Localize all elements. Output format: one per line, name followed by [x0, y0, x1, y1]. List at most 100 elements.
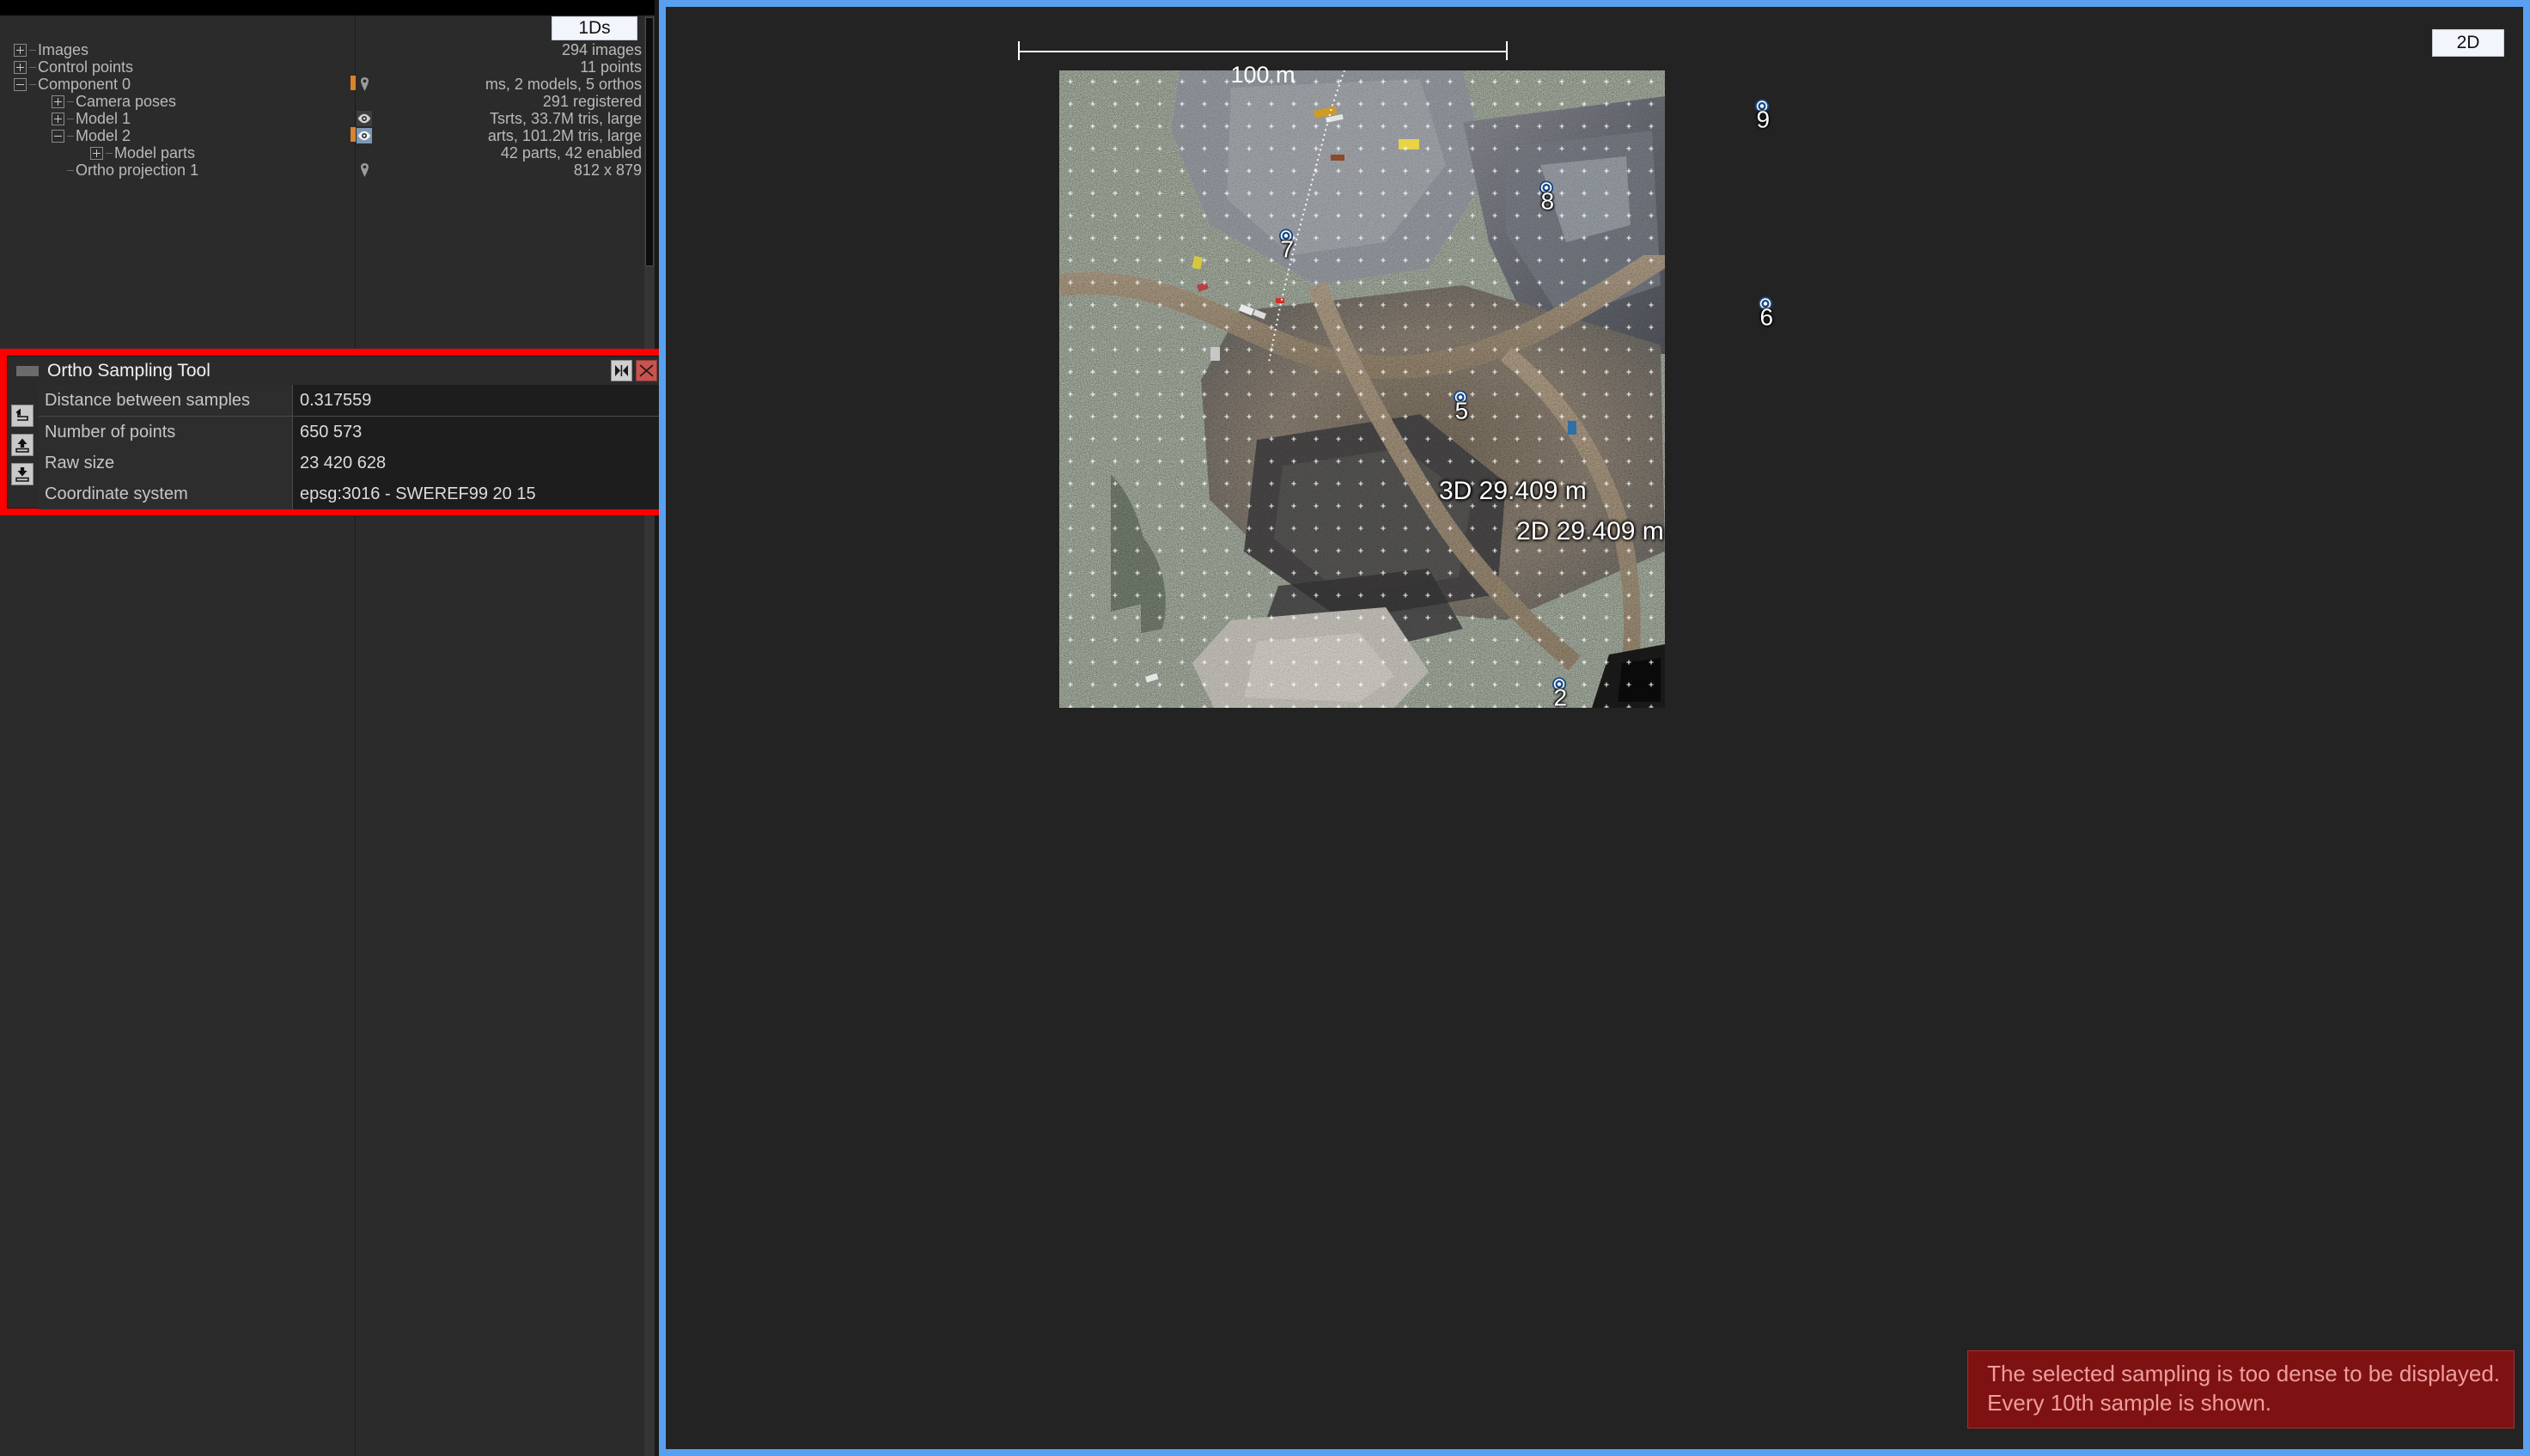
2d-distance-label: 2D 29.409 m	[1516, 517, 1664, 545]
view-mode-button[interactable]: 2D	[2432, 29, 2504, 57]
tree-value-images: 294 images	[357, 41, 644, 58]
control-point-label: 2	[1553, 684, 1568, 711]
tree-connector	[67, 135, 74, 137]
tree-item-component-0[interactable]: Component 0	[0, 76, 356, 93]
property-key: Coordinate system	[39, 478, 293, 509]
ortho-viewport[interactable]: 2D 100 m 9 8 7 6 5 2 3D 29.409 m 2D 29.4…	[666, 7, 2523, 1449]
property-row: Raw size 23 420 628	[39, 447, 661, 478]
expand-icon[interactable]	[90, 146, 103, 160]
viewport-frame: 2D 100 m 9 8 7 6 5 2 3D 29.409 m 2D 29.4…	[659, 0, 2530, 1456]
expand-icon[interactable]	[14, 60, 27, 74]
tree-item-model-parts[interactable]: Model parts	[0, 144, 356, 161]
tree-item-label: Model 2	[76, 127, 131, 144]
toast-line-1: The selected sampling is too dense to be…	[1987, 1361, 2500, 1387]
tree-connector	[29, 66, 36, 68]
tree-scrollbar-thumb[interactable]	[645, 17, 654, 266]
control-point-label: 9	[1756, 106, 1771, 133]
scale-bar-rule	[1018, 41, 1508, 60]
application-window: Images Control points Component 0 Camera po…	[0, 0, 2530, 1456]
control-point-marker-8[interactable]: 8	[1539, 180, 1554, 213]
tree-item-label: Model parts	[114, 144, 196, 161]
sampling-warning-toast: The selected sampling is too dense to be…	[1967, 1350, 2515, 1429]
georeference-pin-icon	[357, 76, 372, 92]
tree-value-label: ms, 2 models, 5 orthos	[485, 76, 642, 93]
control-point-label: 5	[1454, 397, 1469, 424]
modified-indicator	[351, 76, 356, 90]
collapse-icon[interactable]	[52, 129, 64, 143]
tree-value-label: 294 images	[561, 41, 642, 58]
property-row: Distance between samples 0.317559	[39, 385, 661, 416]
control-point-marker-6[interactable]: 6	[1758, 296, 1773, 329]
orthophoto-raster	[1059, 70, 1665, 708]
tree-value-ortho-projection-1: 812 x 879	[357, 161, 644, 179]
tree-value-control-points: 11 points	[357, 58, 644, 76]
property-value[interactable]: 650 573	[293, 417, 661, 448]
collapse-icon[interactable]	[14, 77, 27, 91]
georeference-pin-icon	[357, 162, 372, 178]
ds-tab-button[interactable]: 1Ds	[552, 16, 637, 40]
close-icon[interactable]	[636, 360, 657, 381]
ortho-sampling-properties-table: Distance between samples 0.317559 Number o…	[39, 385, 661, 509]
panel-top-strip	[0, 0, 666, 15]
expand-icon[interactable]	[52, 112, 64, 125]
modified-indicator	[351, 127, 356, 142]
property-row: Number of points 650 573	[39, 416, 661, 448]
3d-distance-label: 3D 29.409 m	[1439, 477, 1587, 505]
control-point-marker-9[interactable]: 9	[1754, 99, 1770, 131]
ortho-sampling-tool-dialog: Ortho Sampling Tool Distance between sam…	[7, 356, 661, 509]
tree-item-model-2[interactable]: Model 2	[0, 127, 356, 144]
tree-value-component-0: ms, 2 models, 5 orthos	[357, 76, 644, 93]
tree-item-ortho-projection-1[interactable]: Ortho projection 1	[0, 161, 356, 179]
tree-labels-column[interactable]: Images Control points Component 0 Camera po…	[0, 15, 356, 1456]
tree-item-label: Component 0	[38, 76, 131, 93]
tree-item-images[interactable]: Images	[0, 41, 356, 58]
tree-value-model-1: Tsrts, 33.7M tris, large	[357, 110, 644, 127]
scale-bar-cap-right	[1506, 41, 1508, 60]
property-key: Distance between samples	[39, 385, 293, 416]
visibility-eye-icon[interactable]	[357, 128, 372, 143]
property-value[interactable]: 23 420 628	[293, 448, 661, 478]
visibility-eye-icon[interactable]	[357, 111, 372, 126]
property-value[interactable]: 0.317559	[293, 385, 661, 416]
control-point-marker-7[interactable]: 7	[1278, 228, 1294, 261]
dialog-title: Ortho Sampling Tool	[47, 360, 210, 381]
property-value[interactable]: epsg:3016 - SWEREF99 20 15	[293, 478, 661, 509]
tree-item-label: Camera poses	[76, 93, 177, 110]
control-point-label: 7	[1280, 235, 1295, 263]
tree-value-label: 42 parts, 42 enabled	[500, 144, 642, 161]
dock-icon[interactable]	[611, 360, 632, 381]
control-point-marker-2[interactable]: 2	[1552, 677, 1567, 710]
tree-value-label: 812 x 879	[573, 161, 642, 179]
tree-connector	[67, 169, 74, 171]
property-row: Coordinate system epsg:3016 - SWEREF99 20…	[39, 478, 661, 509]
scale-bar-label: 100 m	[1230, 62, 1295, 88]
scale-bar-cap-left	[1018, 41, 1020, 60]
property-key: Raw size	[39, 448, 293, 478]
import-down-icon[interactable]	[11, 463, 34, 485]
tree-item-camera-poses[interactable]: Camera poses	[0, 93, 356, 110]
control-point-label: 6	[1759, 303, 1774, 331]
ortho-sampling-tool-highlight: Ortho Sampling Tool Distance between sam…	[0, 349, 668, 515]
tree-connector	[29, 83, 36, 85]
drag-handle-icon[interactable]	[16, 365, 39, 376]
tree-connector	[67, 101, 74, 102]
export-up-icon[interactable]	[11, 434, 34, 456]
tree-item-label: Ortho projection 1	[76, 161, 199, 179]
control-point-marker-5[interactable]: 5	[1453, 390, 1468, 423]
reset-icon[interactable]	[11, 405, 34, 427]
scale-bar: 100 m	[1018, 41, 1508, 88]
tree-item-model-1[interactable]: Model 1	[0, 110, 356, 127]
property-key: Number of points	[39, 417, 293, 448]
orthophoto-image[interactable]	[1059, 70, 1665, 708]
expand-icon[interactable]	[14, 43, 27, 57]
tree-connector	[29, 49, 36, 51]
tree-value-label: 11 points	[580, 58, 642, 76]
tree-values-column[interactable]: 294 images 11 points ms, 2 models, 5 ortho…	[357, 15, 644, 1456]
dialog-titlebar[interactable]: Ortho Sampling Tool	[8, 356, 661, 385]
tree-item-control-points[interactable]: Control points	[0, 58, 356, 76]
tree-connector	[106, 152, 113, 154]
scene-tree-panel: Images Control points Component 0 Camera po…	[0, 0, 666, 1456]
toast-line-2: Every 10th sample is shown.	[1987, 1389, 2272, 1416]
tree-value-model-parts: 42 parts, 42 enabled	[357, 144, 644, 161]
expand-icon[interactable]	[52, 94, 64, 108]
